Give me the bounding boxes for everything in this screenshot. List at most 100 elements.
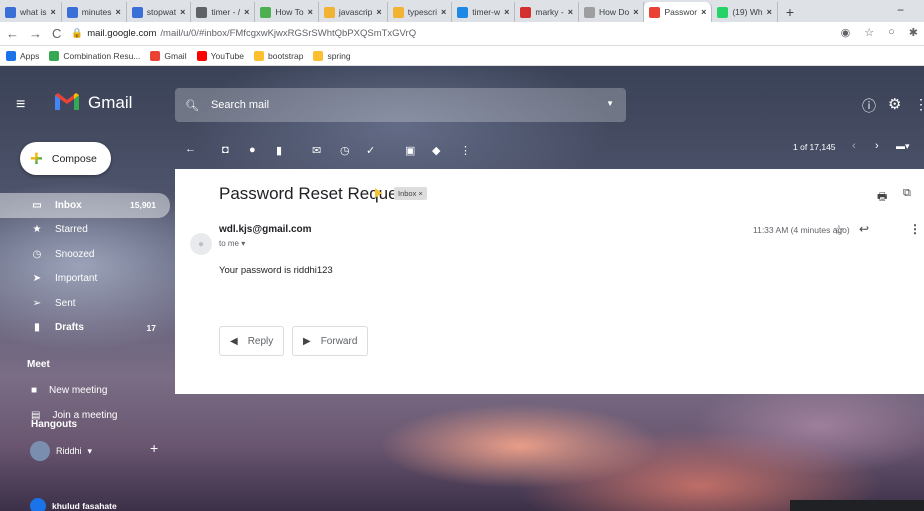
hangouts-heading: Hangouts [31, 419, 78, 430]
tab-title: typescri [407, 7, 437, 17]
older-chevron-icon[interactable]: › [875, 140, 879, 152]
browser-tab[interactable]: javascrip × [319, 2, 388, 22]
add-contact-icon[interactable]: + [150, 440, 158, 456]
sender-email[interactable]: wdl.kjs@gmail.com [219, 224, 312, 235]
browser-tab[interactable]: timer - / × [191, 2, 256, 22]
input-tools-icon[interactable]: ▬▾ [896, 141, 910, 152]
location-icon[interactable]: ◉ [841, 26, 851, 39]
add-task-icon[interactable]: ✓ [366, 144, 375, 157]
tab-title: what is [20, 7, 47, 17]
bookmark-favicon-icon [49, 50, 60, 61]
bookmark-item[interactable]: Apps [6, 50, 39, 61]
browser-tab[interactable]: How To × [255, 2, 319, 22]
settings-gear-icon[interactable]: ⚙ [888, 95, 901, 113]
new-meeting-button[interactable]: ■ New meeting [31, 385, 107, 396]
sidebar-item-snoozed[interactable]: ◷ Snoozed [0, 242, 170, 267]
browser-tab[interactable]: How Do × [579, 2, 645, 22]
close-tab-icon[interactable]: × [244, 7, 249, 17]
extension-icon[interactable]: ○ [888, 26, 895, 39]
close-tab-icon[interactable]: × [441, 7, 446, 17]
hangouts-user[interactable]: Riddhi ▾ [30, 441, 92, 461]
inbox-label-chip[interactable]: Inbox × [394, 187, 427, 200]
sidebar-item-drafts[interactable]: ▮ Drafts 17 [0, 316, 170, 341]
browser-tab[interactable]: (19) Wh × [712, 2, 778, 22]
important-marker-icon[interactable] [375, 188, 382, 198]
archive-icon[interactable]: ◘ [222, 144, 229, 156]
close-tab-icon[interactable]: × [568, 7, 573, 17]
apps-grid-icon[interactable]: ⋮ [914, 96, 924, 113]
sidebar-item-important[interactable]: ➤ Important [0, 267, 170, 292]
close-tab-icon[interactable]: × [701, 7, 706, 17]
close-tab-icon[interactable]: × [180, 7, 185, 17]
search-input[interactable] [210, 99, 571, 111]
browser-tab[interactable]: marky - × [515, 2, 579, 22]
browser-tab-bar: what is × minutes × stopwat × timer - / × How To… [0, 0, 924, 22]
bookmark-star-icon[interactable]: ☆ [864, 26, 874, 39]
newer-chevron-icon[interactable]: ‹ [852, 140, 856, 152]
email-body: Your password is riddhi123 [219, 265, 333, 276]
search-bar[interactable]: 🔍︎ ▼ [175, 88, 626, 122]
close-tab-icon[interactable]: × [767, 7, 772, 17]
url-field[interactable]: 🔒 mail.google.com/mail/u/0/#inbox/FMfcgx… [71, 28, 416, 39]
close-tab-icon[interactable]: × [633, 7, 638, 17]
bookmark-item[interactable]: YouTube [196, 50, 244, 61]
browser-tab[interactable]: minutes × [62, 2, 127, 22]
reload-icon[interactable]: C [52, 26, 61, 41]
forward-button[interactable]: ▶ Forward [292, 326, 369, 356]
url-host: mail.google.com [87, 28, 157, 39]
delete-icon[interactable]: ▮ [276, 144, 282, 157]
help-icon[interactable]: ⓘ [862, 96, 876, 116]
bookmark-item[interactable]: Combination Resu... [49, 50, 140, 61]
hangouts-contact[interactable]: khulud fasahate [30, 498, 117, 511]
search-icon[interactable]: 🔍︎ [185, 99, 199, 112]
minimize-button[interactable]: − [897, 3, 904, 17]
label-icon[interactable]: ◆ [432, 144, 440, 157]
browser-tab[interactable]: typescri × [388, 2, 453, 22]
browser-tab[interactable]: Passwor × [644, 2, 713, 22]
move-to-icon[interactable]: ▣ [405, 144, 415, 157]
search-options-icon[interactable]: ▼ [606, 99, 614, 108]
recipient-details[interactable]: to me ▾ [219, 239, 245, 248]
bookmarks-bar: Apps Combination Resu... Gmail YouTube boots… [0, 46, 924, 66]
close-tab-icon[interactable]: × [376, 7, 381, 17]
close-tab-icon[interactable]: × [308, 7, 313, 17]
close-tab-icon[interactable]: × [504, 7, 509, 17]
reply-button[interactable]: ◀ Reply [219, 326, 285, 356]
report-spam-icon[interactable]: ● [249, 144, 256, 156]
snooze-icon[interactable]: ◷ [340, 144, 350, 157]
app-name: Gmail [88, 93, 133, 112]
browser-tab[interactable]: timer-w × [452, 2, 516, 22]
tab-title: timer - / [211, 7, 241, 17]
back-icon[interactable]: ← [6, 26, 19, 41]
new-tab-button[interactable]: + [778, 2, 802, 22]
back-arrow-icon[interactable]: ← [185, 143, 196, 155]
star-icon[interactable]: ☆ [833, 222, 845, 238]
mark-unread-icon[interactable]: ✉ [312, 144, 321, 157]
sidebar-item-sent[interactable]: ➢ Sent [0, 291, 170, 316]
print-icon[interactable]: 🖶︎ [877, 188, 887, 207]
main-menu-icon[interactable]: ≡ [16, 96, 25, 114]
bookmark-item[interactable]: bootstrap [254, 50, 303, 61]
puzzle-icon[interactable]: ✱ [909, 26, 918, 39]
sidebar-item-starred[interactable]: ★ Starred [0, 218, 170, 243]
forward-icon[interactable]: → [29, 26, 42, 41]
bookmark-item[interactable]: Gmail [150, 50, 187, 61]
browser-tab[interactable]: stopwat × [127, 2, 192, 22]
tab-favicon-icon [131, 6, 143, 18]
open-new-window-icon[interactable]: ⧉ [903, 187, 911, 200]
sidebar-icon: ◷ [32, 248, 42, 260]
tab-title: minutes [81, 7, 112, 17]
bookmark-item[interactable]: spring [313, 50, 351, 61]
browser-tab[interactable]: what is × [0, 2, 62, 22]
bookmark-label: Gmail [164, 50, 187, 61]
compose-button[interactable]: + Compose [20, 142, 111, 175]
tab-title: javascrip [338, 7, 373, 17]
reply-icon[interactable]: ↩ [859, 222, 869, 236]
more-options-icon[interactable]: ⋮ [460, 144, 471, 157]
more-vert-icon[interactable]: ⋮ [909, 222, 921, 236]
close-tab-icon[interactable]: × [50, 7, 55, 17]
tab-favicon-icon [196, 6, 208, 18]
close-tab-icon[interactable]: × [116, 7, 121, 17]
address-bar: ← → C 🔒 mail.google.com/mail/u/0/#inbox/… [0, 22, 924, 46]
sidebar-item-inbox[interactable]: ▭ Inbox 15,901 [0, 193, 170, 218]
